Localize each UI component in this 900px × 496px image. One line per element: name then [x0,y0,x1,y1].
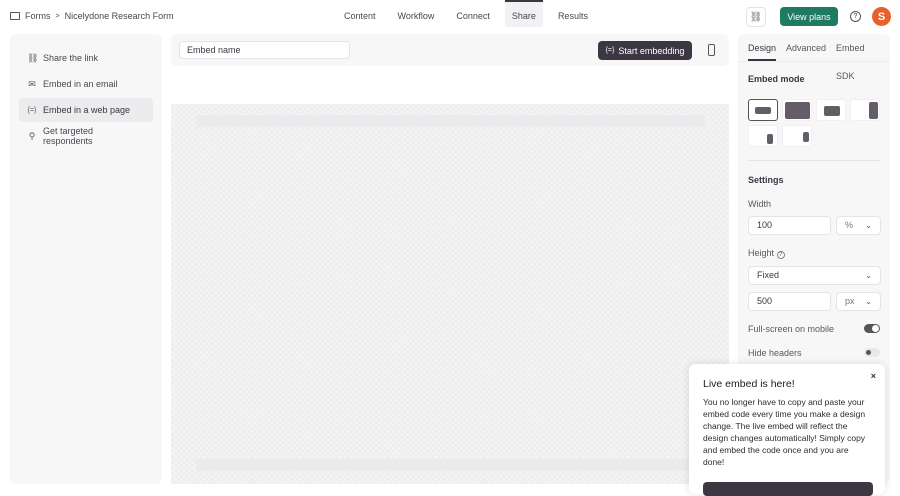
close-icon[interactable]: × [871,371,876,381]
hide-headers-label: Hide headers [748,348,802,358]
tab-advanced[interactable]: Advanced [786,34,826,61]
tab-connect[interactable]: Connect [449,0,497,33]
top-bar: Forms > Nicelydone Research Form Content… [0,0,900,33]
embed-mode-options [748,99,888,147]
width-unit-value: % [845,220,854,230]
view-plans-button[interactable]: View plans [780,7,838,26]
width-input[interactable]: 100 [748,216,831,235]
breadcrumb-separator: > [55,12,60,20]
popup-action-button[interactable] [703,482,873,496]
help-icon[interactable]: ? [850,11,861,22]
mode-side-tab[interactable] [782,125,812,147]
tab-embed-sdk[interactable]: Embed SDK [836,34,880,81]
live-embed-popup: × Live embed is here! You no longer have… [689,364,885,496]
width-label: Width [748,199,772,209]
breadcrumb: Forms > Nicelydone Research Form [10,11,174,21]
info-icon[interactable]: ? [776,251,785,259]
copy-link-button[interactable]: ⛓ [746,7,766,27]
mail-icon: ✉ [28,78,36,89]
link-icon: ⛓ [749,11,763,23]
avatar[interactable]: S [872,7,891,26]
embed-mode-heading: Embed mode [748,74,805,84]
mode-full-page[interactable] [782,99,812,121]
breadcrumb-current: Nicelydone Research Form [64,11,174,21]
height-unit-select[interactable]: px ⌄ [836,292,881,311]
sidebar-item-label: Share the link [43,53,99,63]
chevron-down-icon: ⌄ [865,221,872,230]
tab-content[interactable]: Content [337,0,383,33]
chevron-down-icon: ⌄ [865,297,872,306]
code-icon: {=} [27,106,37,114]
height-label: Height ? [748,248,785,259]
height-mode-select[interactable]: Fixed ⌄ [748,266,881,285]
popup-body: You no longer have to copy and paste you… [703,397,866,467]
preview-placeholder-bar [196,115,705,127]
width-unit-select[interactable]: % ⌄ [836,216,881,235]
breadcrumb-forms[interactable]: Forms [25,11,51,21]
fullscreen-label: Full-screen on mobile [748,324,835,334]
mode-popup[interactable] [816,99,846,121]
sidebar-item-label: Embed in an email [43,79,118,89]
user-search-icon: ⚲ [28,130,36,141]
popup-title: Live embed is here! [703,378,795,390]
start-embedding-button[interactable]: {=} Start embedding [598,41,692,60]
tab-share[interactable]: Share [504,0,543,27]
forms-icon [10,12,20,20]
tab-workflow[interactable]: Workflow [391,0,442,33]
sidebar-item-label: Get targeted respondents [43,126,94,146]
mode-popover[interactable] [748,125,778,147]
sidebar-item-embed-email[interactable]: ✉ Embed in an email [19,72,153,96]
chevron-down-icon: ⌄ [865,271,872,280]
settings-heading: Settings [748,175,784,185]
tab-results[interactable]: Results [551,0,595,33]
tab-design[interactable]: Design [748,34,777,61]
sidebar-item-share-link[interactable]: ⛓ Share the link [19,46,153,70]
sidebar-item-embed-web[interactable]: {=} Embed in a web page [19,98,153,122]
preview-placeholder-bar [196,459,705,471]
hide-headers-toggle[interactable] [864,348,880,357]
panel-tabs: Design Advanced Embed SDK [738,34,890,81]
code-icon: {=} [605,47,615,54]
height-input[interactable]: 500 [748,292,831,311]
link-icon: ⛓ [27,52,39,63]
embed-preview [171,104,729,484]
start-embedding-label: Start embedding [618,45,685,56]
share-sidebar: ⛓ Share the link ✉ Embed in an email {=} Em… [10,34,162,484]
embed-name-input[interactable]: Embed name [179,41,350,59]
embed-toolbar: Embed name {=} Start embedding [171,34,729,66]
divider [748,160,880,161]
mobile-preview-icon[interactable] [708,44,715,56]
mode-standard[interactable] [748,99,778,121]
height-unit-value: px [845,296,855,306]
fullscreen-toggle[interactable] [864,324,880,333]
mode-slider[interactable] [850,99,880,121]
main-tabs: Content Workflow Connect Share Results [333,0,599,33]
height-mode-value: Fixed [757,270,780,280]
height-label-text: Height [748,248,775,258]
sidebar-item-label: Embed in a web page [43,105,131,115]
sidebar-item-targeted-respondents[interactable]: ⚲ Get targeted respondents [19,124,153,148]
